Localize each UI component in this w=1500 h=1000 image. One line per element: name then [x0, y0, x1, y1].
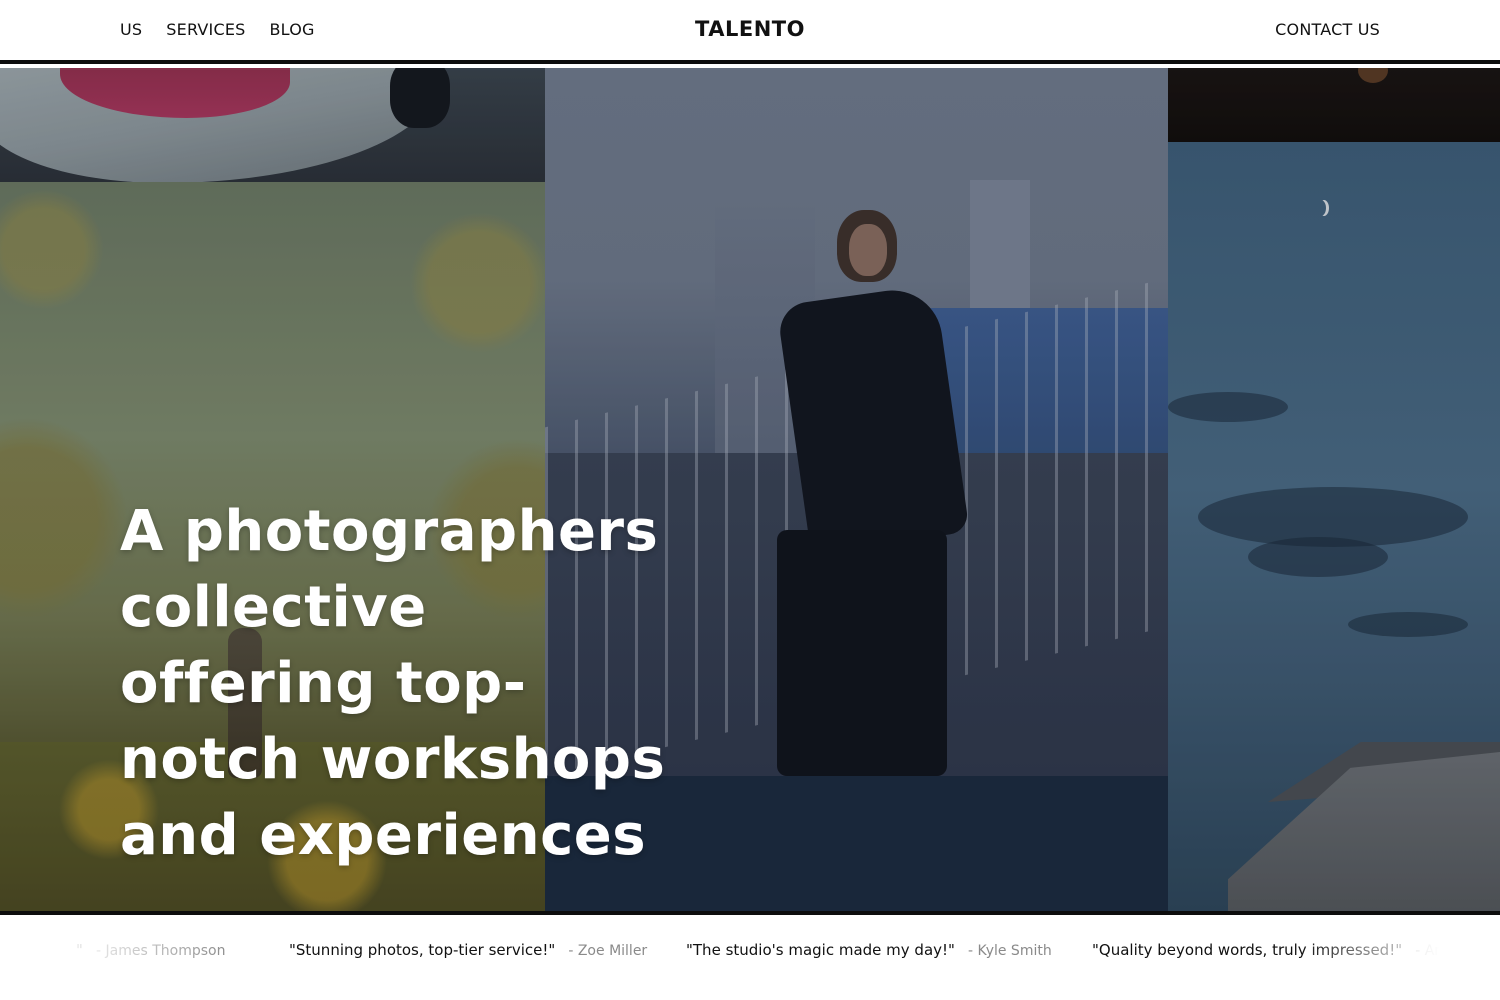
secondary-nav: CONTACT US	[1275, 20, 1380, 39]
photo-detail-blazer	[776, 284, 970, 554]
photo-detail-cloud	[1348, 612, 1468, 637]
photo-detail-stone-house	[1228, 752, 1500, 911]
testimonial-quote: "The studio's magic made my day!"	[686, 941, 955, 959]
photo-portrait-sweater	[0, 68, 545, 182]
photo-evening-sky	[1168, 142, 1500, 911]
nav-link-blog[interactable]: BLOG	[270, 20, 315, 39]
site-logo[interactable]: TALENTO	[695, 17, 805, 41]
photo-detail-hair	[390, 68, 450, 128]
testimonials-strip: " - James Thompson "Stunning photos, top…	[0, 911, 1500, 1000]
testimonial-author: - James Thompson	[96, 943, 226, 959]
testimonial-quote: "	[76, 941, 83, 959]
photo-detail-hand	[1358, 68, 1388, 83]
hero-headline: A photographers collective offering top-…	[120, 499, 666, 868]
testimonial-quote: "Quality beyond words, truly impressed!"	[1092, 941, 1403, 959]
photo-detail-model	[773, 210, 970, 776]
nav-link-services[interactable]: SERVICES	[166, 20, 245, 39]
photo-dark-strip	[1168, 68, 1500, 142]
testimonials-marquee: " - James Thompson "Stunning photos, top…	[0, 915, 1500, 1000]
testimonial-author: - Amb	[1415, 943, 1457, 959]
testimonial-item: "Stunning photos, top-tier service!" - Z…	[289, 940, 647, 959]
photo-detail-cloud	[1168, 392, 1288, 422]
nav-link-us[interactable]: US	[120, 20, 142, 39]
testimonial-item: "The studio's magic made my day!" - Kyle…	[686, 940, 1052, 959]
testimonial-author: - Kyle Smith	[968, 943, 1052, 959]
testimonial-item: " - James Thompson	[76, 940, 225, 959]
testimonial-author: - Zoe Miller	[568, 943, 648, 959]
photo-detail-trousers	[777, 530, 947, 776]
site-header: US SERVICES BLOG TALENTO CONTACT US	[0, 0, 1500, 64]
primary-nav: US SERVICES BLOG	[120, 20, 315, 39]
testimonial-quote: "Stunning photos, top-tier service!"	[289, 941, 556, 959]
photo-detail-cloud	[1248, 537, 1388, 577]
photo-detail-face	[849, 224, 887, 276]
moon-icon	[1316, 200, 1326, 216]
testimonial-item: "Quality beyond words, truly impressed!"…	[1092, 940, 1457, 959]
nav-link-contact-us[interactable]: CONTACT US	[1275, 20, 1380, 39]
